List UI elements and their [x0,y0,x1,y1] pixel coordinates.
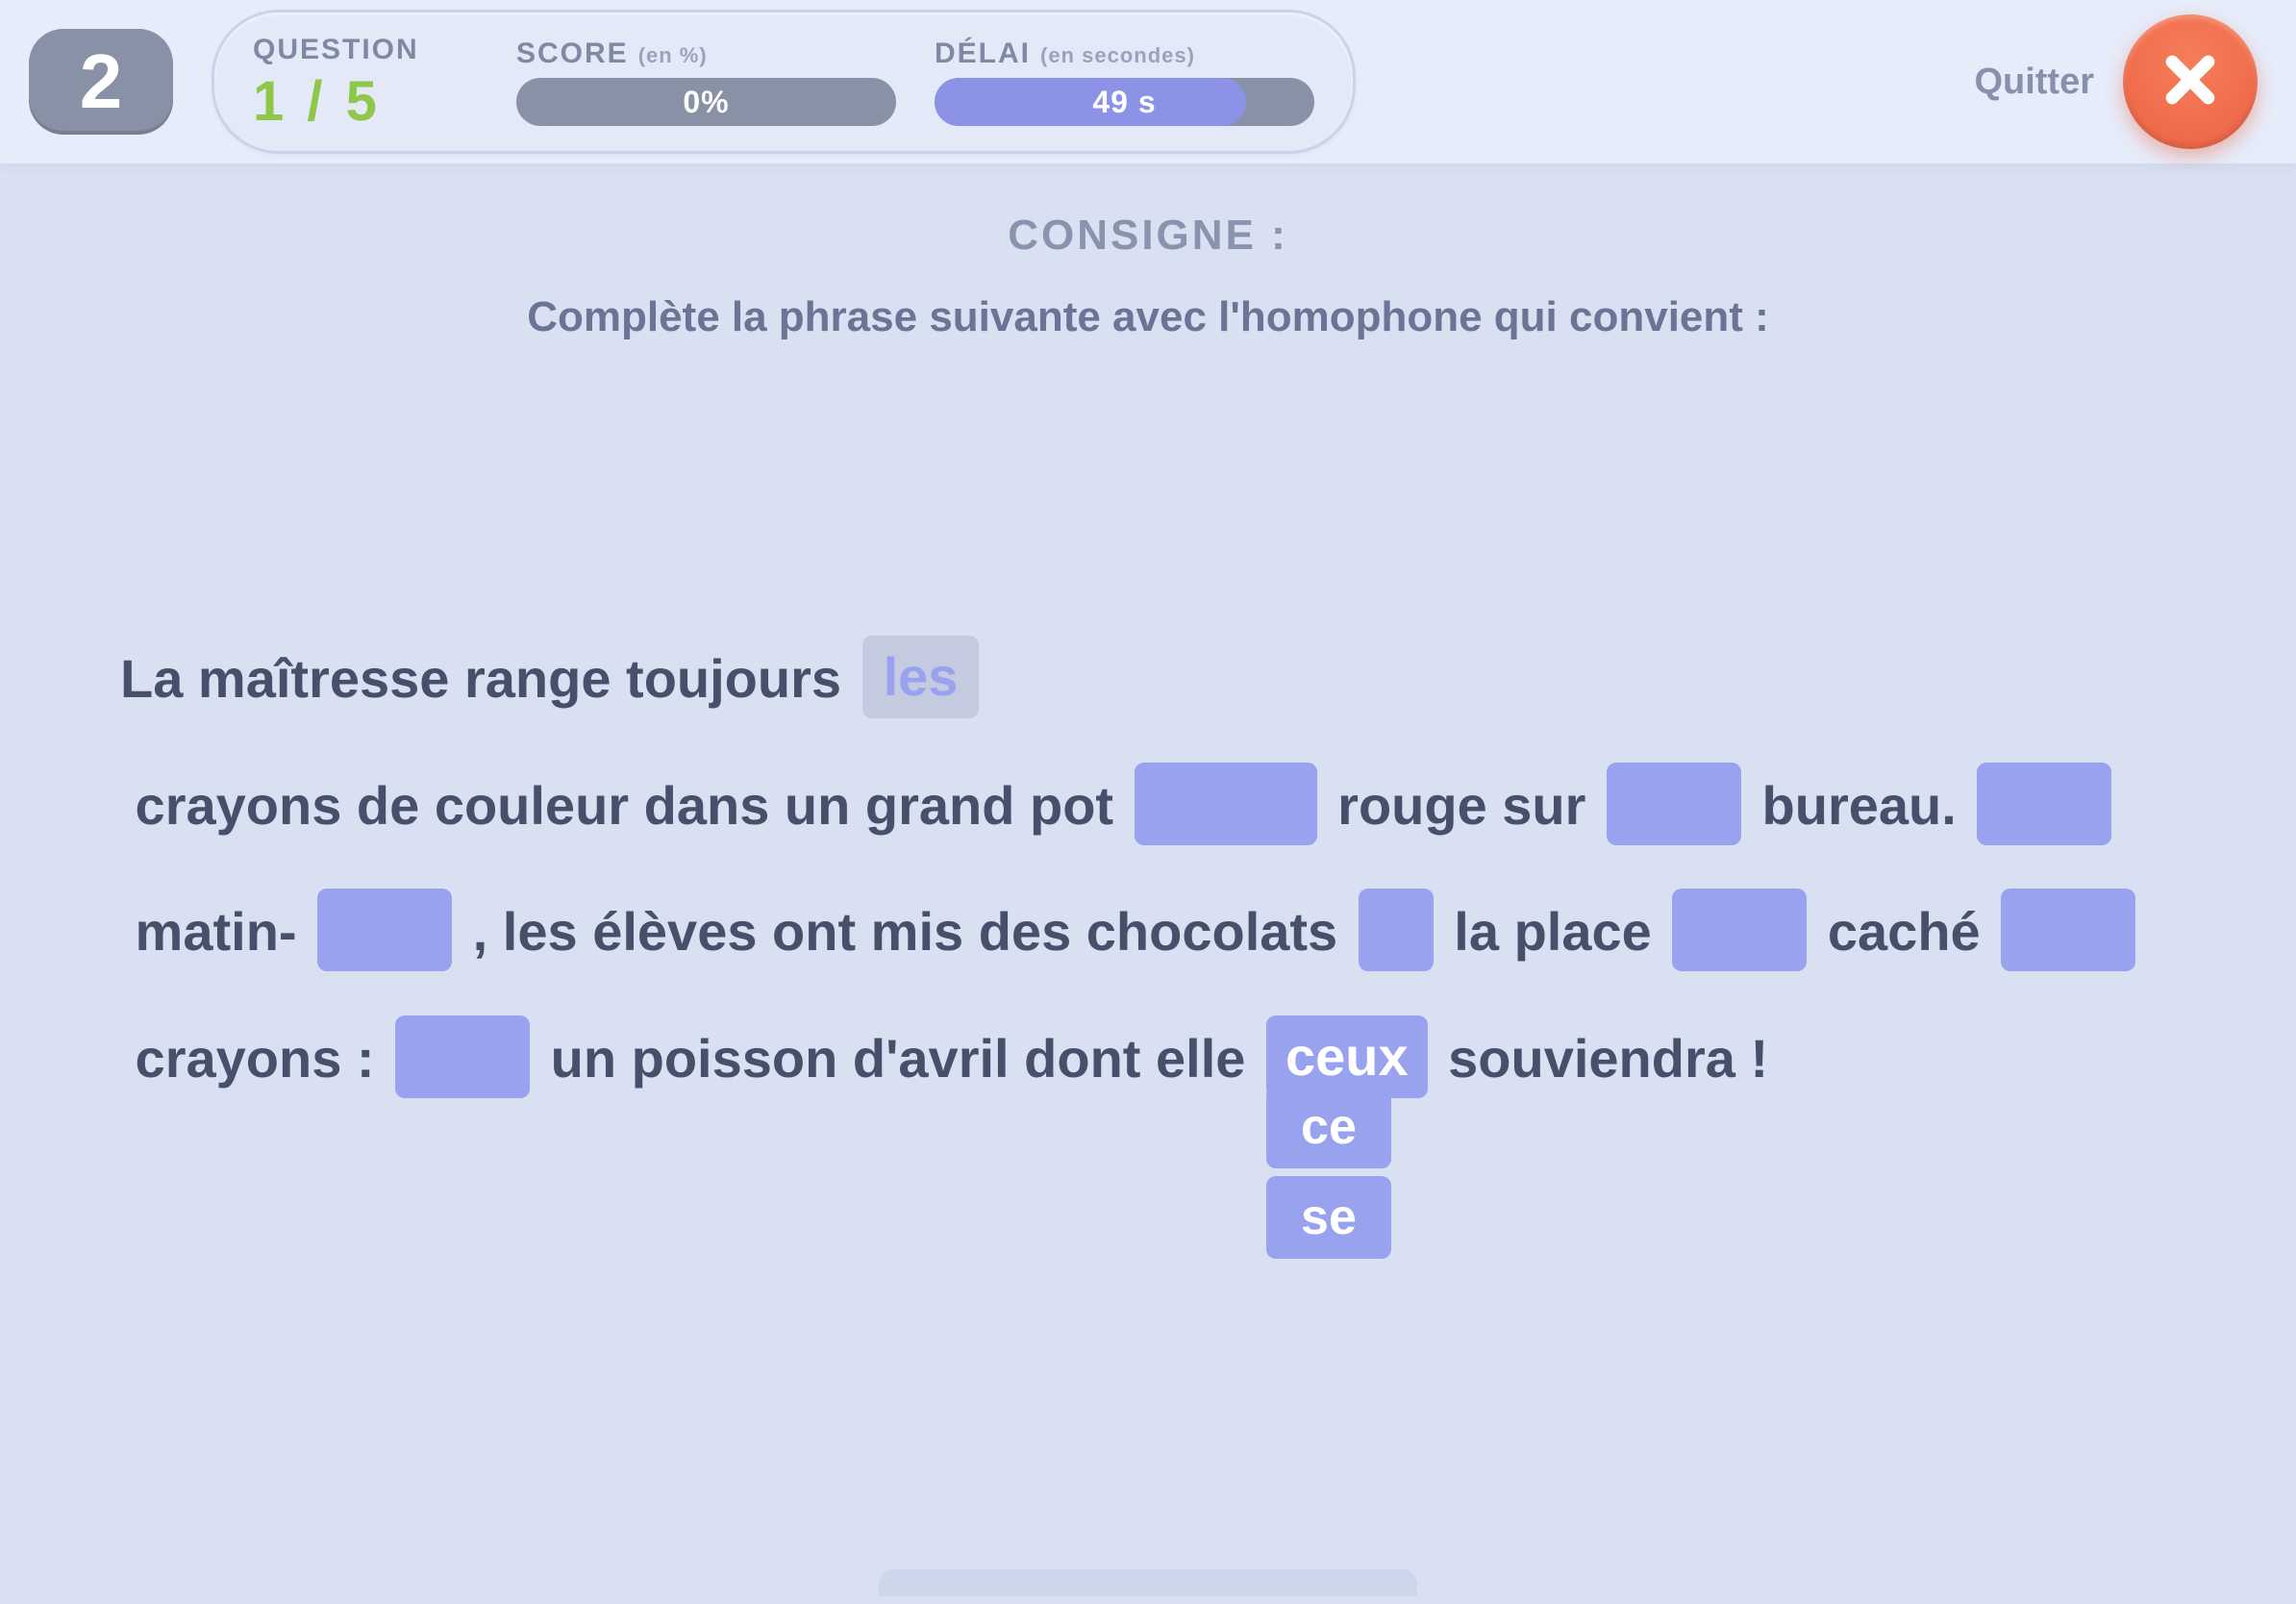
delay-sublabel: (en secondes) [1040,43,1195,68]
blank-9-options: cese [1266,1086,1391,1259]
quit-label: Quitter [1974,62,2094,103]
delay-value: 49 s [1092,85,1156,120]
sentence-text: bureau. [1747,775,1971,836]
sentence-text: rouge sur [1323,775,1601,836]
sentence-text: crayons : [120,1028,389,1089]
blank-8[interactable] [395,1015,530,1098]
blank-9-option-1[interactable]: se [1266,1176,1391,1259]
sentence-text: caché [1812,901,1995,962]
bottom-drawer-handle[interactable] [879,1569,1417,1596]
delay-bar-fill [935,78,1246,126]
delay-bar: 49 s [935,78,1314,126]
consigne-text: Complète la phrase suivante avec l'homop… [0,293,2296,341]
sentence-text: crayons de couleur dans un grand pot [120,775,1129,836]
score-bar: 0% [516,78,896,126]
sentence-text: matin- [120,901,312,962]
level-badge: 2 [29,29,173,135]
blank-9-option-0[interactable]: ce [1266,1086,1391,1168]
exercise-sentence: La maîtresse range toujours les crayons … [120,615,2176,1126]
score-label: SCORE [516,38,629,70]
delay-meter: DÉLAI (en secondes) 49 s [935,38,1314,126]
question-counter: QUESTION 1 / 5 [253,34,478,130]
quit-button[interactable] [2123,14,2258,149]
question-total: 5 [346,70,381,133]
consigne-block: CONSIGNE : Complète la phrase suivante a… [0,212,2296,341]
sentence-text: un poisson d'avril dont elle [536,1028,1260,1089]
blank-1[interactable] [1135,763,1317,845]
question-label: QUESTION [253,34,419,66]
blank-4[interactable] [317,889,452,971]
score-sublabel: (en %) [638,43,708,68]
quit-area: Quitter [1974,14,2258,149]
sentence-text: souviendra ! [1434,1028,1769,1089]
blank-0[interactable]: les [862,636,980,718]
blank-5[interactable] [1359,889,1434,971]
blank-2[interactable] [1607,763,1741,845]
question-value: 1 / 5 [253,74,478,130]
consigne-title: CONSIGNE : [0,212,2296,260]
blank-6[interactable] [1672,889,1807,971]
sentence-text: , les élèves ont mis des chocolats [458,901,1353,962]
score-value: 0% [683,85,729,120]
sentence-text: la place [1439,901,1667,962]
sentence-text: La maîtresse range toujours [120,648,857,709]
blank-3[interactable] [1977,763,2111,845]
blank-9-dropdown: ceuxcese [1266,993,1428,1120]
question-separator: / [307,70,326,133]
delay-label: DÉLAI [935,38,1031,70]
blank-7[interactable] [2001,889,2135,971]
score-meter: SCORE (en %) 0% [516,38,896,126]
top-bar: 2 QUESTION 1 / 5 SCORE (en %) 0% [0,0,2296,163]
question-current: 1 [253,70,287,133]
status-panel: QUESTION 1 / 5 SCORE (en %) 0% DÉLAI (en… [212,10,1356,154]
close-icon [2159,49,2221,115]
